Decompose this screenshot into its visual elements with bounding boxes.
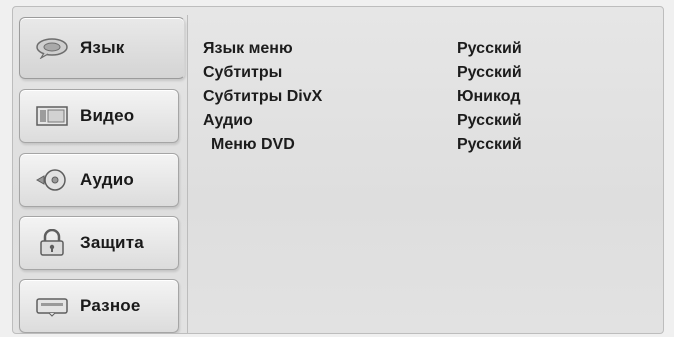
setting-row-dvd-menu[interactable]: Меню DVD Русский bbox=[203, 133, 643, 157]
setting-row-divx-subtitles[interactable]: Субтитры DivX Юникод bbox=[203, 85, 643, 109]
setting-name: Субтитры DivX bbox=[203, 88, 323, 105]
film-icon bbox=[34, 103, 70, 129]
setting-name: Язык меню bbox=[203, 40, 293, 57]
setting-value: Юникод bbox=[457, 88, 521, 105]
setting-value: Русский bbox=[457, 136, 522, 153]
setting-name: Меню DVD bbox=[211, 136, 295, 153]
setting-value: Русский bbox=[457, 40, 522, 57]
setting-value: Русский bbox=[457, 112, 522, 129]
setting-value: Русский bbox=[457, 64, 522, 81]
lock-icon bbox=[34, 229, 70, 256]
language-settings-panel: Язык меню Русский Субтитры Русский Субти… bbox=[203, 37, 643, 157]
category-sidebar: Язык Видео Аудио Защита Разное bbox=[19, 17, 187, 333]
tab-security[interactable]: Защита bbox=[19, 216, 179, 270]
setting-name: Аудио bbox=[203, 112, 253, 129]
speech-bubble-icon bbox=[34, 35, 70, 61]
setting-row-subtitles[interactable]: Субтитры Русский bbox=[203, 61, 643, 85]
setting-name: Субтитры bbox=[203, 64, 283, 81]
panel-divider bbox=[187, 15, 188, 333]
keyboard-icon bbox=[34, 293, 70, 319]
tab-audio-label: Аудио bbox=[80, 170, 134, 189]
tab-language-label: Язык bbox=[80, 38, 125, 57]
speaker-disc-icon bbox=[34, 167, 70, 193]
tab-video-label: Видео bbox=[80, 106, 135, 125]
tab-audio[interactable]: Аудио bbox=[19, 153, 179, 207]
setting-row-audio[interactable]: Аудио Русский bbox=[203, 109, 643, 133]
tab-misc[interactable]: Разное bbox=[19, 279, 179, 333]
tab-video[interactable]: Видео bbox=[19, 89, 179, 143]
tab-security-label: Защита bbox=[80, 233, 144, 252]
setting-row-menu-language[interactable]: Язык меню Русский bbox=[203, 37, 643, 61]
dvd-setup-menu: Язык Видео Аудио Защита Разное Язык меню… bbox=[12, 6, 664, 334]
tab-language[interactable]: Язык bbox=[19, 17, 185, 79]
tab-misc-label: Разное bbox=[80, 296, 141, 315]
